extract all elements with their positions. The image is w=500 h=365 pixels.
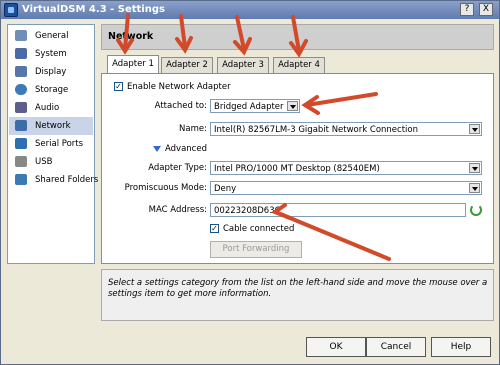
serial-icon <box>15 138 27 149</box>
attached-to-select[interactable]: Bridged Adapter <box>210 99 300 113</box>
sidebar: General System Display Storage Audio Net… <box>7 24 98 264</box>
sidebar-item-display[interactable]: Display <box>9 63 93 81</box>
adapter-name-value: Intel(R) 82567LM-3 Gigabit Network Conne… <box>214 125 418 135</box>
disk-icon <box>15 84 27 95</box>
expand-triangle-icon[interactable] <box>153 146 161 152</box>
sidebar-item-network[interactable]: Network <box>9 117 93 135</box>
display-icon <box>15 66 27 77</box>
attached-to-label: Attached to: <box>154 101 207 111</box>
monitor-icon <box>15 30 27 41</box>
help-title-button[interactable]: ? <box>460 3 474 16</box>
cable-connected-checkbox[interactable]: ✓ <box>210 224 219 233</box>
sidebar-item-label: Shared Folders <box>35 175 99 185</box>
tab-adapter-1[interactable]: Adapter 1 <box>107 55 159 73</box>
adapter-type-label: Adapter Type: <box>148 163 207 173</box>
adapter-type-value: Intel PRO/1000 MT Desktop (82540EM) <box>214 164 380 174</box>
info-text: Select a settings category from the list… <box>108 278 488 299</box>
sidebar-item-label: System <box>35 49 67 59</box>
mac-address-label: MAC Address: <box>148 205 207 215</box>
sidebar-item-label: Storage <box>35 85 69 95</box>
adapter-panel: ✓ Enable Network Adapter Attached to: Br… <box>101 73 494 264</box>
advanced-toggle[interactable]: Advanced <box>165 144 207 154</box>
enable-adapter-label: Enable Network Adapter <box>127 82 231 92</box>
info-box: Select a settings category from the list… <box>101 269 494 321</box>
chevron-down-icon <box>469 163 480 173</box>
sidebar-item-label: Audio <box>35 103 60 113</box>
promiscuous-mode-value: Deny <box>214 184 237 194</box>
sidebar-item-storage[interactable]: Storage <box>9 81 93 99</box>
sidebar-item-label: Serial Ports <box>35 139 84 149</box>
attached-to-value: Bridged Adapter <box>214 102 284 112</box>
mac-address-value: 00223208D63C <box>214 206 281 216</box>
sidebar-item-usb[interactable]: USB <box>9 153 93 171</box>
sidebar-item-label: General <box>35 31 69 41</box>
cancel-button[interactable]: Cancel <box>366 337 426 357</box>
usb-icon <box>15 156 27 167</box>
promiscuous-mode-select[interactable]: Deny <box>210 181 482 195</box>
page-title: Network <box>108 31 154 42</box>
section-header: Network <box>101 24 494 50</box>
sidebar-item-label: Display <box>35 67 67 77</box>
speaker-icon <box>15 102 27 113</box>
settings-window: VirtualDSM 4.3 - Settings ? X General Sy… <box>0 0 500 365</box>
port-forwarding-button[interactable]: Port Forwarding <box>210 241 302 258</box>
window-title: VirtualDSM 4.3 - Settings <box>22 4 165 15</box>
chip-icon <box>15 48 27 59</box>
help-button[interactable]: Help <box>431 337 491 357</box>
refresh-mac-icon[interactable] <box>470 204 482 216</box>
sidebar-item-label: Network <box>35 121 71 131</box>
sidebar-item-shared-folders[interactable]: Shared Folders <box>9 171 98 189</box>
close-button[interactable]: X <box>479 3 493 16</box>
adapter-name-select[interactable]: Intel(R) 82567LM-3 Gigabit Network Conne… <box>210 122 482 136</box>
ok-button[interactable]: OK <box>306 337 366 357</box>
tab-adapter-2[interactable]: Adapter 2 <box>161 57 213 73</box>
folder-icon <box>15 174 27 185</box>
adapter-type-select[interactable]: Intel PRO/1000 MT Desktop (82540EM) <box>210 161 482 175</box>
enable-adapter-checkbox[interactable]: ✓ <box>114 82 123 91</box>
cable-connected-label: Cable connected <box>223 224 295 234</box>
sidebar-item-label: USB <box>35 157 53 167</box>
sidebar-item-serial-ports[interactable]: Serial Ports <box>9 135 93 153</box>
promiscuous-mode-label: Promiscuous Mode: <box>124 183 207 193</box>
sidebar-item-audio[interactable]: Audio <box>9 99 93 117</box>
tab-adapter-3[interactable]: Adapter 3 <box>217 57 269 73</box>
adapter-name-label: Name: <box>179 124 207 134</box>
mac-address-input[interactable]: 00223208D63C <box>210 203 466 217</box>
virtualbox-icon <box>4 3 18 17</box>
chevron-down-icon <box>287 101 298 111</box>
sidebar-item-system[interactable]: System <box>9 45 93 63</box>
main-panel: Network Adapter 1 Adapter 2 Adapter 3 Ad… <box>101 24 494 264</box>
title-bar: VirtualDSM 4.3 - Settings ? X <box>1 1 499 19</box>
tab-adapter-4[interactable]: Adapter 4 <box>273 57 325 73</box>
chevron-down-icon <box>469 124 480 134</box>
network-icon <box>15 120 27 131</box>
chevron-down-icon <box>469 183 480 193</box>
sidebar-item-general[interactable]: General <box>9 27 93 45</box>
